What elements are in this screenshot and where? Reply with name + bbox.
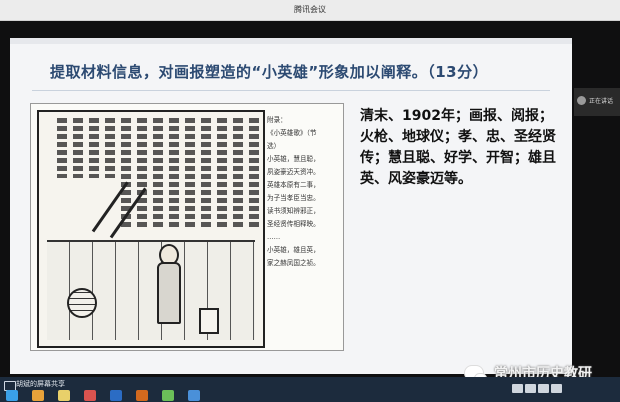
tray-icon[interactable] [512, 384, 523, 393]
media-icon[interactable] [84, 390, 96, 401]
slide-title: 提取材料信息，对画报塑造的“小英雄”形象加以阐释。（13分） [50, 63, 489, 81]
appendix-line: 小英雄，慧且聪， [267, 155, 320, 163]
text-column [137, 118, 147, 228]
word-icon[interactable] [110, 390, 122, 401]
lamp-drawing [199, 308, 219, 334]
text-column [57, 118, 67, 178]
appendix-line: 家之赫凤国之祯。 [267, 259, 320, 267]
text-column [249, 118, 259, 228]
answer-text: 清末、1902年；画报、阅报；火枪、地球仪；孝、忠、圣经贤传；慧且聪、好学、开智… [360, 108, 556, 187]
appendix-line: 《小英雄歌》（节 [267, 129, 317, 137]
app-title: 腾讯会议 [294, 5, 326, 14]
text-column [233, 118, 243, 228]
material-scan-image: 附录： 《小英雄歌》（节 选） 小英雄，慧且聪， 夙姿豪迈天资冲。 英雄本原有二… [30, 103, 344, 351]
text-column [169, 118, 179, 228]
woodblock-illustration [37, 110, 265, 348]
start-icon[interactable] [6, 390, 18, 401]
participant-tile[interactable]: 正在讲话 [574, 88, 620, 116]
tray-icon[interactable] [551, 384, 562, 393]
tray-icon[interactable] [538, 384, 549, 393]
text-column [89, 118, 99, 178]
appendix-line: 夙姿豪迈天资冲。 [267, 168, 320, 176]
speaking-status: 正在讲话 [589, 98, 614, 105]
appendix-line: 圣经贤传相释映。 [267, 220, 320, 228]
boy-figure-body [157, 262, 181, 324]
appendix-line: 选） [267, 142, 281, 150]
appendix-poem: 附录： 《小英雄歌》（节 选） 小英雄，慧且聪， 夙姿豪迈天资冲。 英雄本原有二… [267, 114, 337, 344]
appendix-line: 读书须知辨邪正， [267, 207, 320, 215]
slide-top-strip [10, 38, 572, 44]
text-column [185, 118, 195, 228]
slide-divider [32, 90, 550, 91]
system-tray [512, 378, 598, 393]
appendix-line: 小英雄，雄且英， [267, 246, 320, 254]
app-icon[interactable] [162, 390, 174, 401]
browser-icon[interactable] [32, 390, 44, 401]
text-column [201, 118, 211, 228]
text-column [153, 118, 163, 228]
globe-drawing [67, 288, 97, 318]
folder-icon[interactable] [58, 390, 70, 401]
window-titlebar: 腾讯会议 [0, 0, 620, 21]
meeting-icon[interactable] [188, 390, 200, 401]
appendix-line: 英雄本原有二事， [267, 181, 320, 189]
ppt-icon[interactable] [136, 390, 148, 401]
appendix-line: …… [267, 233, 281, 241]
appendix-line: 为子当孝臣当忠。 [267, 194, 320, 202]
screen-share-label: 胡斌的屏幕共享 [16, 380, 65, 388]
avatar [577, 96, 586, 105]
text-column [73, 118, 83, 178]
text-column [217, 118, 227, 228]
appendix-line: 附录： [267, 116, 287, 124]
tray-icon[interactable] [525, 384, 536, 393]
shared-slide: 提取材料信息，对画报塑造的“小英雄”形象加以阐释。（13分） 附录： 《小英雄歌… [10, 38, 572, 374]
text-column [105, 118, 115, 178]
